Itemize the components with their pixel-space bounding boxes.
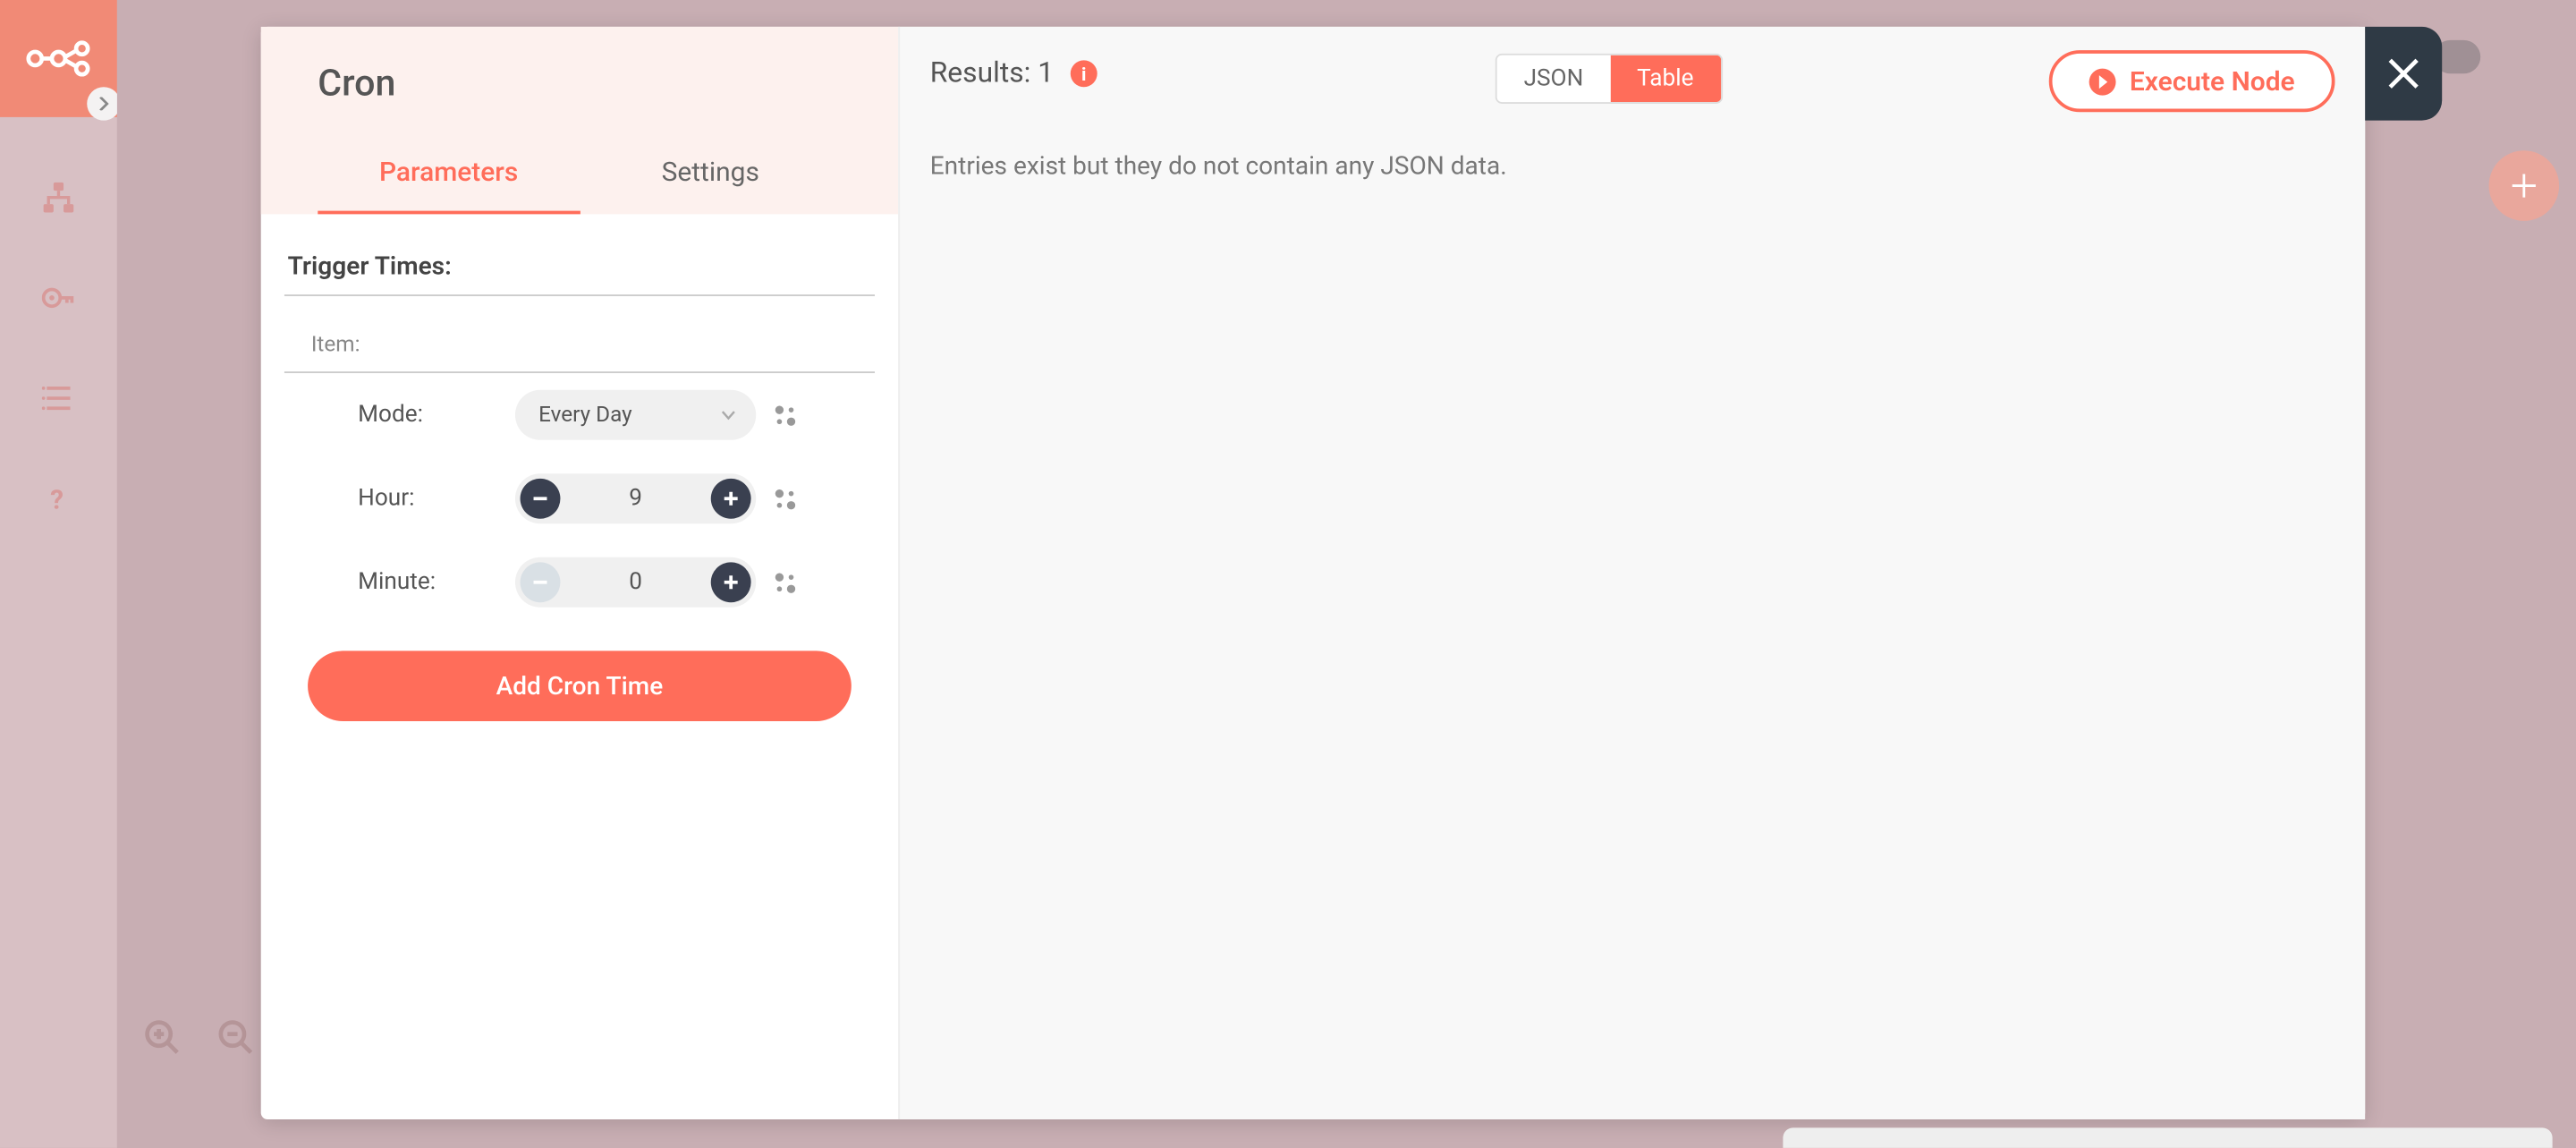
minute-increment-button[interactable] — [711, 562, 751, 602]
zoom-out-icon[interactable] — [216, 1017, 259, 1061]
node-editor-modal: Cron Parameters Settings Trigger Times: … — [261, 27, 2365, 1119]
tab-settings[interactable]: Settings — [580, 135, 842, 214]
minute-label: Minute: — [358, 569, 502, 596]
view-toggle: JSON Table — [1496, 54, 1722, 104]
results-count: Results: 1 — [930, 57, 1054, 90]
executions-icon[interactable] — [38, 378, 79, 419]
bottom-panel — [1783, 1127, 2552, 1147]
svg-text:?: ? — [50, 484, 64, 514]
node-parameters-panel: Cron Parameters Settings Trigger Times: … — [261, 27, 898, 1119]
view-table-tab[interactable]: Table — [1610, 55, 1720, 102]
hour-decrement-button[interactable] — [521, 479, 561, 519]
minute-input[interactable]: 0 — [515, 557, 756, 608]
mode-label: Mode: — [358, 402, 502, 429]
node-output-panel: Results: 1 i JSON Table Execute Node Ent… — [898, 27, 2365, 1119]
execute-label: Execute Node — [2130, 65, 2295, 98]
hour-row: Hour: 9 — [284, 457, 875, 541]
mode-row: Mode: Every Day — [284, 373, 875, 457]
hour-increment-button[interactable] — [711, 479, 751, 519]
config-tabs: Parameters Settings — [318, 135, 841, 214]
mode-select[interactable]: Every Day — [515, 390, 756, 440]
trigger-times-label: Trigger Times: — [284, 251, 875, 296]
add-node-button[interactable] — [2489, 150, 2560, 221]
minute-decrement-button[interactable] — [521, 562, 561, 602]
mode-options-icon[interactable] — [769, 400, 800, 430]
minute-options-icon[interactable] — [769, 567, 800, 598]
close-button[interactable] — [2365, 27, 2442, 121]
add-cron-time-button[interactable]: Add Cron Time — [308, 651, 852, 721]
mode-value: Every Day — [538, 403, 632, 428]
chevron-down-icon — [721, 405, 736, 424]
expand-sidebar-icon[interactable] — [87, 87, 120, 120]
n8n-logo-icon — [25, 38, 92, 79]
logo-tab[interactable] — [0, 0, 117, 117]
empty-results-message: Entries exist but they do not contain an… — [930, 150, 2335, 181]
view-json-tab[interactable]: JSON — [1497, 55, 1611, 102]
workflows-icon[interactable] — [38, 177, 79, 217]
zoom-in-icon[interactable] — [142, 1017, 186, 1061]
hour-input[interactable]: 9 — [515, 473, 756, 523]
close-icon — [2385, 55, 2422, 92]
main-sidebar: ? — [0, 0, 117, 1148]
tab-parameters[interactable]: Parameters — [318, 135, 580, 214]
item-label: Item: — [284, 310, 875, 373]
minute-row: Minute: 0 — [284, 540, 875, 625]
hour-label: Hour: — [358, 485, 502, 512]
credentials-icon[interactable] — [38, 277, 79, 318]
minute-value: 0 — [629, 569, 642, 596]
play-icon — [2089, 68, 2116, 95]
help-icon[interactable]: ? — [38, 479, 79, 519]
hour-options-icon[interactable] — [769, 483, 800, 514]
hour-value: 9 — [629, 485, 642, 512]
execute-node-button[interactable]: Execute Node — [2049, 50, 2334, 112]
info-icon[interactable]: i — [1071, 60, 1097, 87]
node-title: Cron — [318, 64, 841, 106]
